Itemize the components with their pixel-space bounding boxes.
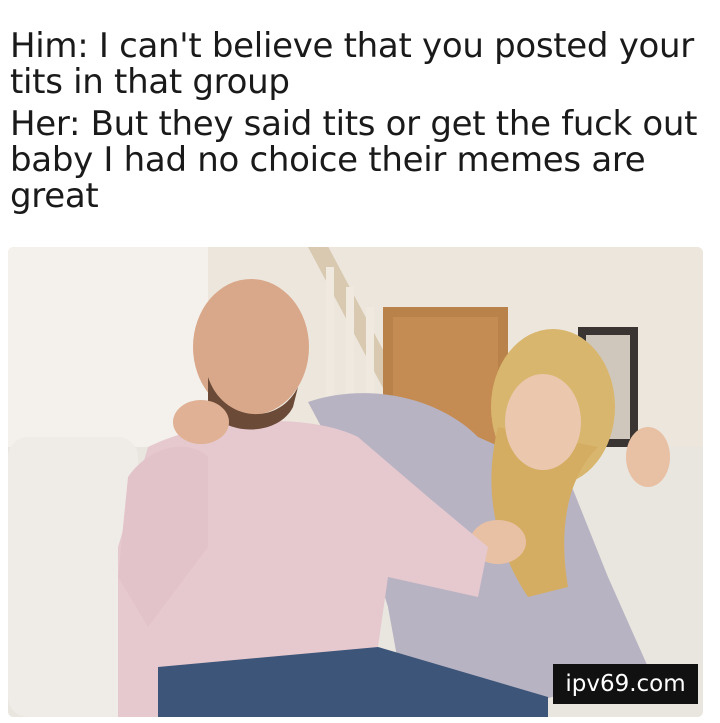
caption-him: Him: I can't believe that you posted you… — [10, 26, 694, 102]
watermark-badge: ipv69.com — [553, 664, 698, 704]
meme-caption: Him: I can't believe that you posted you… — [10, 28, 710, 214]
watermark-text: ipv69.com — [565, 671, 686, 697]
photo-illustration — [8, 247, 703, 717]
meme-photo — [8, 247, 703, 717]
caption-her: Her: But they said tits or get the fuck … — [10, 104, 698, 216]
